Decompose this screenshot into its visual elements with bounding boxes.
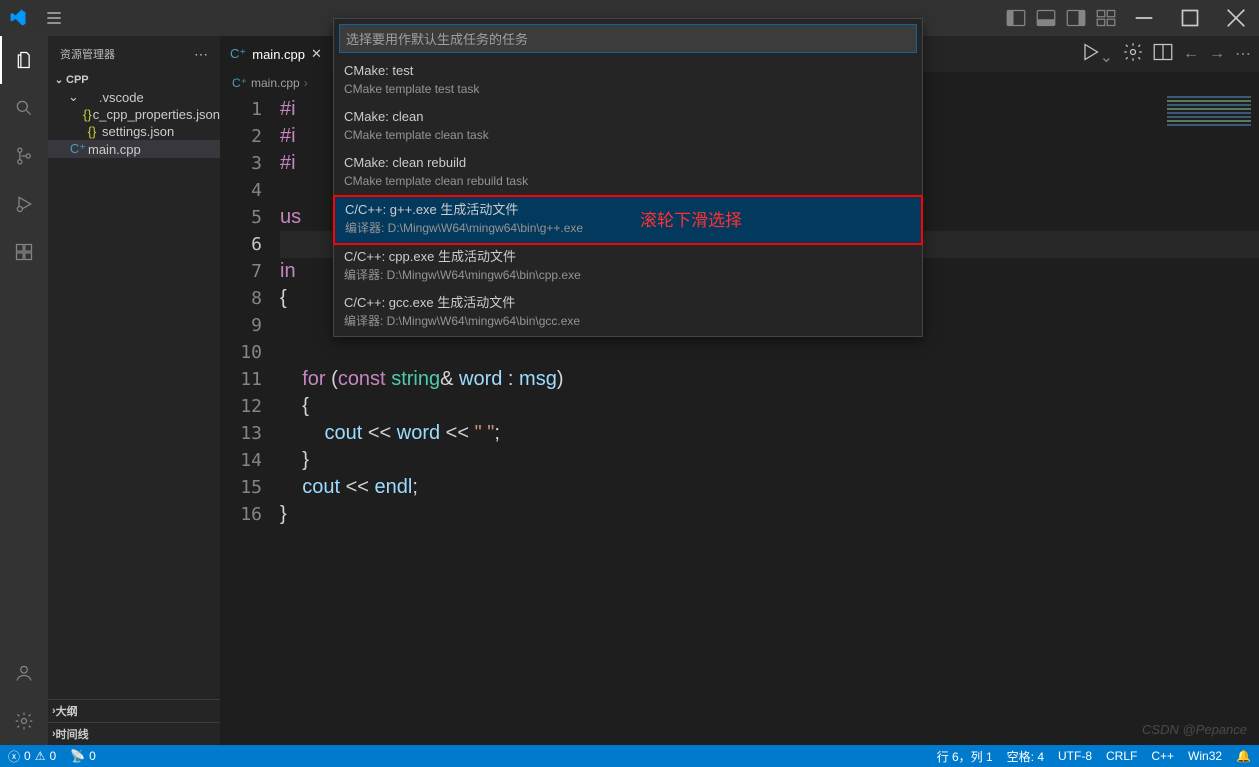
status-errors[interactable]: ⓧ 0 ⚠ 0 bbox=[8, 748, 56, 765]
minimap[interactable] bbox=[1159, 94, 1259, 274]
sidebar-header: 资源管理器 ⋯ bbox=[48, 36, 220, 72]
status-language[interactable]: C++ bbox=[1151, 749, 1174, 763]
watermark: CSDN @Pepance bbox=[1142, 722, 1247, 737]
line-gutter: 1234 5678 9101112 13141516 bbox=[220, 94, 280, 745]
task-gpp-exe[interactable]: C/C++: g++.exe 生成活动文件编译器: D:\Mingw\W64\m… bbox=[333, 195, 923, 245]
vscode-logo-icon bbox=[0, 8, 36, 28]
status-encoding[interactable]: UTF-8 bbox=[1058, 749, 1092, 763]
layout-customize-icon[interactable] bbox=[1091, 0, 1121, 36]
status-spaces[interactable]: 空格: 4 bbox=[1007, 748, 1044, 765]
status-bar: ⓧ 0 ⚠ 0 📡 0 行 6，列 1 空格: 4 UTF-8 CRLF C++… bbox=[0, 745, 1259, 767]
quick-pick: 选择要用作默认生成任务的任务 CMake: testCMake template… bbox=[333, 18, 923, 337]
file-main-cpp[interactable]: C⁺main.cpp bbox=[48, 140, 220, 158]
file-c-cpp-properties[interactable]: {}c_cpp_properties.json bbox=[48, 106, 220, 123]
breadcrumb-file: main.cpp bbox=[251, 76, 300, 90]
json-icon: {} bbox=[82, 124, 102, 139]
panel-left-icon[interactable] bbox=[1001, 0, 1031, 36]
panel-bottom-icon[interactable] bbox=[1031, 0, 1061, 36]
task-cpp-exe[interactable]: C/C++: cpp.exe 生成活动文件编译器: D:\Mingw\W64\m… bbox=[334, 244, 922, 290]
json-icon: {} bbox=[82, 107, 93, 122]
activity-bar bbox=[0, 36, 48, 745]
maximize-button[interactable] bbox=[1167, 0, 1213, 36]
extensions-icon[interactable] bbox=[0, 228, 48, 276]
tab-label: main.cpp bbox=[252, 47, 305, 62]
cpp-icon: C⁺ bbox=[68, 141, 88, 157]
status-line-col[interactable]: 行 6，列 1 bbox=[937, 748, 993, 765]
panel-right-icon[interactable] bbox=[1061, 0, 1091, 36]
split-editor-icon[interactable] bbox=[1153, 42, 1173, 67]
source-control-icon[interactable] bbox=[0, 132, 48, 180]
nav-forward-icon[interactable]: → bbox=[1209, 45, 1225, 63]
status-ports[interactable]: 📡 0 bbox=[70, 749, 96, 763]
file-settings-json[interactable]: {}settings.json bbox=[48, 123, 220, 140]
sidebar-section-cpp[interactable]: ⌄CPP bbox=[48, 72, 220, 88]
tab-main-cpp[interactable]: C⁺ main.cpp ✕ bbox=[220, 36, 333, 72]
sidebar-title: 资源管理器 bbox=[60, 46, 115, 62]
task-cmake-clean-rebuild[interactable]: CMake: clean rebuildCMake template clean… bbox=[334, 150, 922, 196]
settings-gear-icon[interactable] bbox=[0, 697, 48, 745]
explorer-icon[interactable] bbox=[0, 36, 48, 84]
close-button[interactable] bbox=[1213, 0, 1259, 36]
more-actions-icon[interactable]: ⋯ bbox=[1235, 44, 1251, 64]
cpp-icon: C⁺ bbox=[230, 46, 246, 62]
run-icon[interactable]: ⌄ bbox=[1080, 42, 1113, 67]
status-compiler[interactable]: Win32 bbox=[1188, 749, 1222, 763]
task-cmake-clean[interactable]: CMake: cleanCMake template clean task bbox=[334, 104, 922, 150]
status-eol[interactable]: CRLF bbox=[1106, 749, 1137, 763]
accounts-icon[interactable] bbox=[0, 649, 48, 697]
layout-controls bbox=[1001, 0, 1121, 36]
sidebar: 资源管理器 ⋯ ⌄CPP ⌄.vscode {}c_cpp_properties… bbox=[48, 36, 220, 745]
outline-section[interactable]: ›大纲 bbox=[48, 699, 220, 722]
more-icon[interactable]: ⋯ bbox=[194, 46, 208, 63]
folder-vscode[interactable]: ⌄.vscode bbox=[48, 88, 220, 106]
nav-back-icon[interactable]: ← bbox=[1183, 45, 1199, 63]
cpp-icon: C⁺ bbox=[232, 76, 247, 90]
annotation-text: 滚轮下滑选择 bbox=[640, 206, 742, 231]
quick-pick-input[interactable]: 选择要用作默认生成任务的任务 bbox=[339, 24, 917, 53]
settings-icon[interactable] bbox=[1123, 42, 1143, 67]
timeline-section[interactable]: ›时间线 bbox=[48, 722, 220, 745]
task-cmake-test[interactable]: CMake: testCMake template test task bbox=[334, 58, 922, 104]
menu-icon[interactable] bbox=[36, 8, 72, 28]
close-tab-icon[interactable]: ✕ bbox=[311, 46, 322, 62]
minimize-button[interactable] bbox=[1121, 0, 1167, 36]
quick-pick-placeholder: 选择要用作默认生成任务的任务 bbox=[346, 32, 528, 47]
search-icon[interactable] bbox=[0, 84, 48, 132]
run-debug-icon[interactable] bbox=[0, 180, 48, 228]
task-gcc-exe[interactable]: C/C++: gcc.exe 生成活动文件编译器: D:\Mingw\W64\m… bbox=[334, 290, 922, 336]
notifications-icon[interactable]: 🔔 bbox=[1236, 749, 1251, 763]
